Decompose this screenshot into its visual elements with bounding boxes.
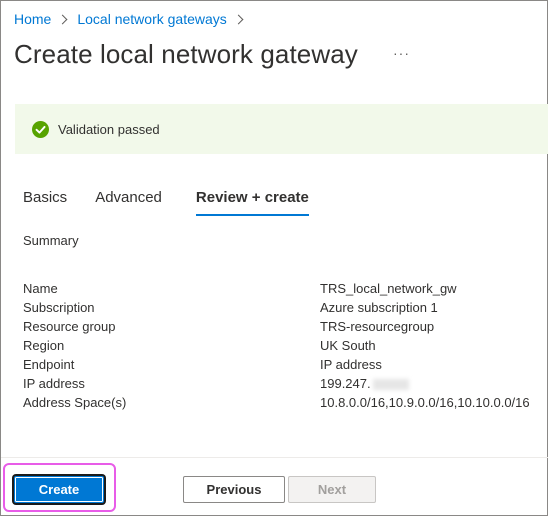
wizard-tabs: Basics Advanced Review + create (23, 189, 309, 216)
summary-value: 10.8.0.0/16,10.9.0.0/16,10.10.0.0/16 (320, 395, 530, 410)
check-circle-icon (32, 120, 49, 138)
summary-label: IP address (23, 376, 85, 391)
summary-heading: Summary (23, 233, 79, 248)
chevron-right-icon (233, 14, 244, 24)
more-options-button[interactable]: ··· (393, 45, 410, 61)
footer-divider (1, 457, 548, 458)
breadcrumb-home-link[interactable]: Home (14, 11, 51, 27)
summary-value: IP address (320, 357, 382, 372)
summary-row-address-space: Address Space(s) 10.8.0.0/16,10.9.0.0/16… (23, 393, 530, 412)
summary-value: 199.247. (320, 376, 371, 391)
summary-value: UK South (320, 338, 376, 353)
breadcrumb-local-network-gateways-link[interactable]: Local network gateways (77, 11, 226, 27)
summary-value: TRS_local_network_gw (320, 281, 457, 296)
tab-basics[interactable]: Basics (23, 189, 67, 206)
summary-row-name: Name TRS_local_network_gw (23, 279, 530, 298)
summary-value-ip: 199.247. (320, 374, 409, 393)
next-button[interactable]: Next (288, 476, 376, 503)
tab-review-create[interactable]: Review + create (195, 189, 309, 216)
previous-button[interactable]: Previous (183, 476, 285, 503)
chevron-right-icon (57, 14, 68, 24)
tab-advanced[interactable]: Advanced (95, 189, 162, 206)
breadcrumb: Home Local network gateways (14, 11, 253, 27)
page-title: Create local network gateway (14, 39, 358, 69)
summary-value: TRS-resourcegroup (320, 319, 435, 334)
summary-label: Name (23, 281, 58, 296)
summary-row-resource-group: Resource group TRS-resourcegroup (23, 317, 530, 336)
summary-row-region: Region UK South (23, 336, 530, 355)
summary-row-ip-address: IP address 199.247. (23, 374, 530, 393)
summary-row-subscription: Subscription Azure subscription 1 (23, 298, 530, 317)
create-button[interactable]: Create (14, 476, 104, 503)
summary-label: Endpoint (23, 357, 75, 372)
redacted-blur (372, 379, 409, 391)
validation-text: Validation passed (58, 121, 160, 137)
summary-value: Azure subscription 1 (320, 300, 438, 315)
summary-label: Address Space(s) (23, 395, 127, 410)
summary-row-endpoint: Endpoint IP address (23, 355, 530, 374)
summary-label: Subscription (23, 300, 95, 315)
summary-label: Region (23, 338, 65, 353)
blade-frame: Home Local network gateways Create local… (0, 0, 548, 516)
validation-banner: Validation passed (15, 104, 548, 154)
summary-label: Resource group (23, 319, 116, 334)
summary-table: Name TRS_local_network_gw Subscription A… (23, 279, 530, 412)
